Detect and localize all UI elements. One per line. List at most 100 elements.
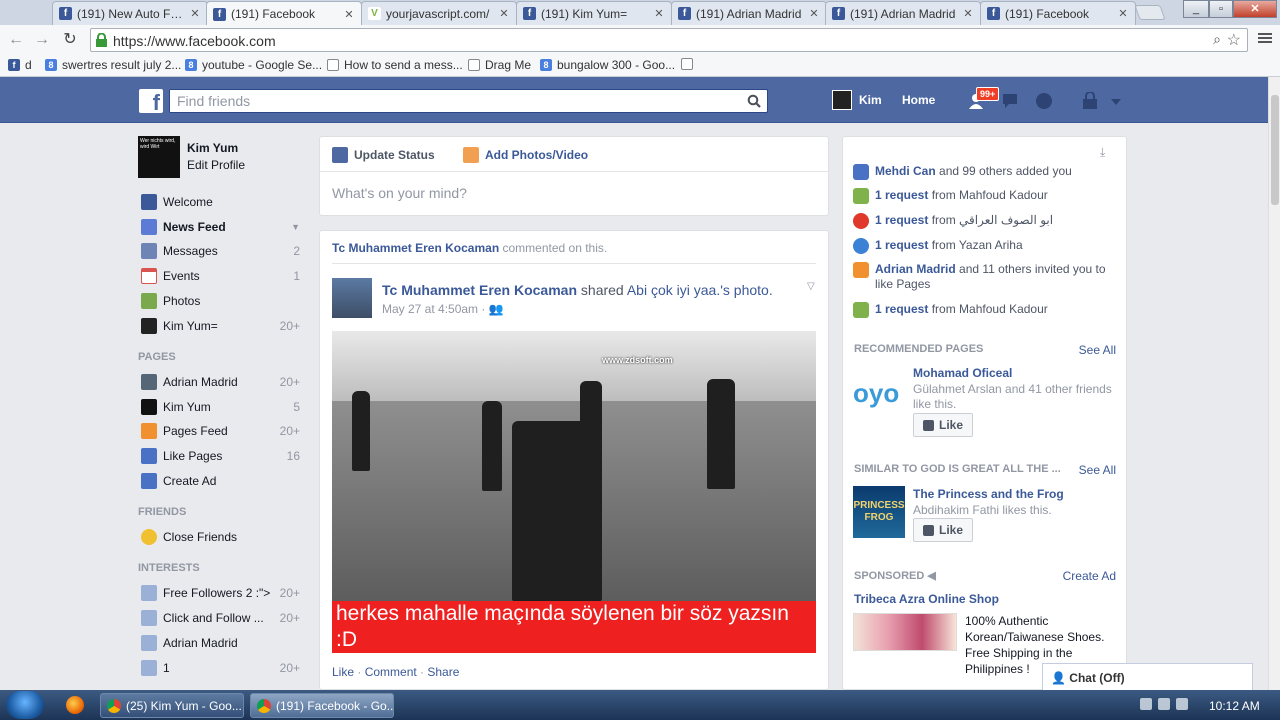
facebook-logo[interactable]: f: [139, 89, 163, 115]
recommended-page-thumbnail[interactable]: oyo: [853, 367, 905, 419]
reload-icon[interactable]: ↻: [60, 30, 80, 50]
forward-icon[interactable]: →: [32, 30, 52, 50]
sidebar-item-like-pages[interactable]: Like Pages 16: [138, 446, 300, 466]
close-window-button[interactable]: ✕: [1233, 0, 1277, 18]
start-button[interactable]: [6, 691, 44, 719]
sidebar-item-events[interactable]: Events 1: [138, 266, 300, 286]
similar-page-thumbnail[interactable]: PRINCESS FROG: [853, 486, 905, 538]
bookmark-item[interactable]: 8 bungalow 300 - Goo...: [540, 58, 675, 72]
close-tab-icon[interactable]: ✕: [808, 7, 820, 20]
story-options-chevron-icon[interactable]: ▽: [807, 281, 815, 292]
sidebar-item-news-feed[interactable]: News Feed ▼: [138, 217, 300, 237]
ad-title[interactable]: Tribeca Azra Online Shop: [854, 592, 999, 606]
messages-icon[interactable]: [1001, 92, 1021, 110]
close-tab-icon[interactable]: ✕: [498, 7, 510, 20]
see-all-link[interactable]: See All: [1079, 463, 1116, 477]
share-link[interactable]: Share: [427, 665, 459, 679]
settings-dropdown-icon[interactable]: [1110, 92, 1122, 110]
user-profile-link[interactable]: Kim: [832, 90, 882, 110]
search-icon[interactable]: [747, 94, 761, 108]
download-icon[interactable]: ⤓: [1100, 145, 1105, 160]
sidebar-item-close-friends[interactable]: Close Friends: [138, 527, 300, 547]
friends-header[interactable]: FRIENDS: [138, 506, 186, 518]
tray-arrow-icon[interactable]: [1140, 698, 1152, 710]
browser-tab[interactable]: f (191) Kim Yum= ✕: [516, 1, 672, 25]
browser-tab-active[interactable]: f (191) Facebook ✕: [206, 1, 362, 26]
shared-photo-link[interactable]: Abi çok iyi yaa.'s photo.: [627, 282, 773, 298]
story-photo[interactable]: www.zdsoft.com herkes mahalle maçında sö…: [332, 331, 816, 653]
taskbar-item-active[interactable]: (191) Facebook - Go...: [250, 693, 394, 718]
bookmark-item[interactable]: How to send a mess...: [327, 58, 463, 72]
bookmark-item[interactable]: [681, 58, 698, 70]
volume-icon[interactable]: [1176, 698, 1188, 710]
bookmark-star-icon[interactable]: ☆: [1227, 30, 1241, 50]
profile-name[interactable]: Kim Yum: [187, 141, 245, 155]
ad-image[interactable]: [853, 613, 957, 651]
see-all-link[interactable]: See All: [1079, 343, 1116, 357]
notification-item[interactable]: 1 request from Yazan Ariha: [853, 238, 1121, 254]
sidebar-item-interest[interactable]: Free Followers 2 :"> 20+: [138, 583, 300, 603]
sidebar-item-create-ad[interactable]: Create Ad: [138, 471, 300, 491]
home-link[interactable]: Home: [902, 93, 935, 107]
edit-menu-icon[interactable]: ▼: [272, 222, 300, 232]
new-tab-button[interactable]: [1134, 5, 1166, 20]
profile-summary[interactable]: Wer nichts wird, wird Wirt Kim Yum Edit …: [138, 136, 245, 178]
address-bar[interactable]: https://www.facebook.com ⌕ ☆: [90, 28, 1248, 52]
close-tab-icon[interactable]: ✕: [1117, 7, 1129, 20]
like-link[interactable]: Like: [332, 665, 354, 679]
like-page-button[interactable]: Like: [913, 518, 973, 542]
menu-icon[interactable]: [1258, 31, 1272, 45]
sidebar-item-welcome[interactable]: Welcome: [138, 192, 300, 212]
clock[interactable]: 10:12 AM: [1209, 699, 1260, 713]
network-icon[interactable]: [1158, 698, 1170, 710]
notification-item[interactable]: Adrian Madrid and 11 others invited you …: [853, 262, 1121, 292]
notifications-globe-icon[interactable]: [1034, 92, 1054, 110]
similar-page-title[interactable]: The Princess and the Frog: [913, 487, 1064, 501]
firefox-icon[interactable]: [66, 696, 84, 714]
close-tab-icon[interactable]: ✕: [343, 8, 355, 21]
story-timestamp[interactable]: May 27 at 4:50am · 👥: [382, 302, 504, 316]
status-input[interactable]: What's on your mind?: [332, 185, 467, 201]
sidebar-item-messages[interactable]: Messages 2: [138, 241, 300, 261]
close-tab-icon[interactable]: ✕: [189, 7, 201, 20]
comment-link[interactable]: Comment: [365, 665, 417, 679]
bookmark-item[interactable]: fd: [8, 58, 32, 72]
pages-header[interactable]: PAGES: [138, 351, 176, 363]
sidebar-item-kim-yum[interactable]: Kim Yum= 20+: [138, 316, 300, 336]
update-status-tab[interactable]: Update Status: [332, 147, 435, 163]
sidebar-item-pages-feed[interactable]: Pages Feed 20+: [138, 421, 300, 441]
page-scrollbar[interactable]: [1268, 77, 1280, 690]
profile-picture[interactable]: Wer nichts wird, wird Wirt: [138, 136, 180, 178]
sidebar-item-adrian-madrid[interactable]: Adrian Madrid 20+: [138, 372, 300, 392]
author-avatar[interactable]: [332, 278, 372, 318]
add-photos-tab[interactable]: Add Photos/Video: [463, 147, 588, 163]
close-tab-icon[interactable]: ✕: [653, 7, 665, 20]
taskbar-item[interactable]: (25) Kim Yum - Goo...: [100, 693, 244, 718]
context-author-link[interactable]: Tc Muhammet Eren Kocaman: [332, 241, 499, 255]
browser-tab[interactable]: Vyourjavascript.com/✕: [361, 1, 517, 25]
browser-tab[interactable]: f (191) Facebook ✕: [980, 1, 1136, 25]
search-input[interactable]: [170, 90, 730, 112]
interests-header[interactable]: INTERESTS: [138, 562, 200, 574]
author-link[interactable]: Tc Muhammet Eren Kocaman: [382, 282, 577, 298]
browser-tab[interactable]: f (191) Adrian Madrid ✕: [825, 1, 981, 25]
edit-profile-link[interactable]: Edit Profile: [187, 158, 245, 172]
notification-item[interactable]: 1 request from Mahfoud Kadour: [853, 302, 1121, 318]
privacy-lock-icon[interactable]: [1080, 92, 1100, 110]
scrollbar-thumb[interactable]: [1271, 95, 1279, 205]
sidebar-item-kim-yum-page[interactable]: Kim Yum 5: [138, 397, 300, 417]
bookmark-item[interactable]: 8 swertres result july 2...: [45, 58, 181, 72]
notification-item[interactable]: 1 request from Mahfoud Kadour: [853, 188, 1121, 204]
like-page-button[interactable]: Like: [913, 413, 973, 437]
sidebar-item-interest[interactable]: Adrian Madrid: [138, 633, 300, 653]
notification-item[interactable]: 1 request from ابو الصوف العراقي: [853, 213, 1121, 229]
create-ad-link[interactable]: Create Ad: [1063, 569, 1116, 583]
recommended-page-title[interactable]: Mohamad Oficeal: [913, 366, 1012, 380]
bookmark-item[interactable]: Drag Me: [468, 58, 531, 72]
sidebar-item-interest[interactable]: 1 20+: [138, 658, 300, 678]
notification-item[interactable]: Mehdi Can and 99 others added you: [853, 164, 1121, 180]
browser-tab[interactable]: f (191) Adrian Madrid ✕: [671, 1, 827, 25]
minimize-button[interactable]: _: [1183, 0, 1209, 18]
bookmark-item[interactable]: 8 youtube - Google Se...: [185, 58, 322, 72]
chat-bar[interactable]: 👤 Chat (Off): [1042, 663, 1253, 692]
